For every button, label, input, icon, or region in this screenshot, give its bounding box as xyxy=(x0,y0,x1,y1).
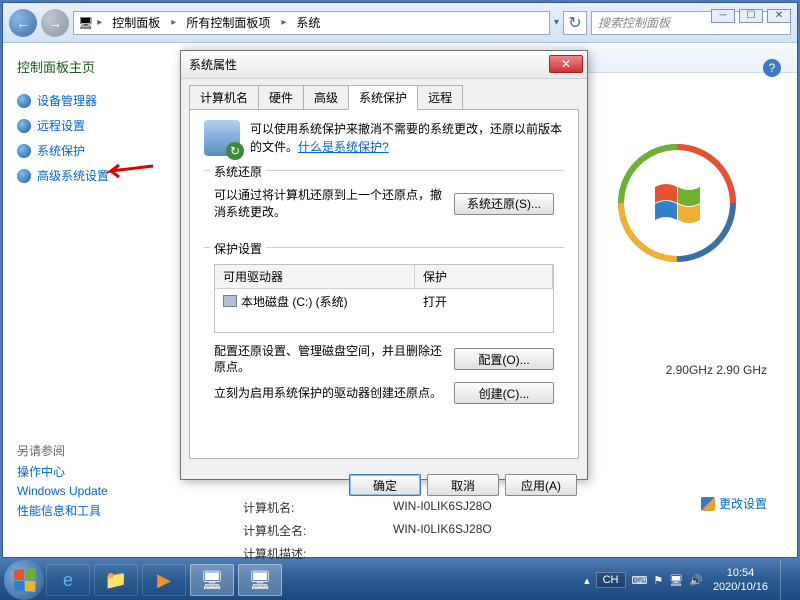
taskbar-explorer[interactable]: 📁 xyxy=(94,564,138,596)
dialog-tabs: 计算机名 硬件 高级 系统保护 远程 xyxy=(189,85,579,110)
col-protection[interactable]: 保护 xyxy=(415,265,553,288)
full-name-label: 计算机全名: xyxy=(243,522,393,539)
disk-icon xyxy=(223,295,237,307)
help-icon[interactable]: ? xyxy=(763,59,781,77)
system-restore-button[interactable]: 系统还原(S)... xyxy=(454,193,554,215)
shield-icon xyxy=(701,497,715,511)
what-is-link[interactable]: 什么是系统保护? xyxy=(298,140,389,154)
sidebar-performance[interactable]: 性能信息和工具 xyxy=(17,502,169,519)
see-also-header: 另请参阅 xyxy=(17,442,169,459)
show-desktop-button[interactable] xyxy=(780,560,792,600)
sidebar-remote-settings[interactable]: 远程设置 xyxy=(11,113,175,138)
dialog-title: 系统属性 xyxy=(189,56,237,73)
restore-desc: 可以通过将计算机还原到上一个还原点，撤消系统更改。 xyxy=(214,187,444,221)
tab-hardware[interactable]: 硬件 xyxy=(258,85,304,110)
back-button[interactable]: ← xyxy=(9,9,37,37)
taskbar-app2[interactable]: 🖥 xyxy=(238,564,282,596)
tray-volume-icon[interactable]: 🔊 xyxy=(689,574,703,587)
taskbar-clock[interactable]: 10:54 2020/10/16 xyxy=(713,566,768,595)
sidebar-action-center[interactable]: 操作中心 xyxy=(17,463,169,480)
forward-button[interactable]: → xyxy=(41,9,69,37)
shield-icon xyxy=(17,169,31,183)
windows-logo-icon xyxy=(617,143,737,263)
ok-button[interactable]: 确定 xyxy=(349,474,421,496)
computer-icon: 🖥 xyxy=(78,16,93,30)
dialog-close-button[interactable]: ✕ xyxy=(549,55,583,73)
tab-panel: 可以使用系统保护来撤消不需要的系统更改，还原以前版本的文件。什么是系统保护? 系… xyxy=(189,109,579,459)
system-properties-dialog: 系统属性 ✕ 计算机名 硬件 高级 系统保护 远程 可以使用系统保护来撤消不需要… xyxy=(180,50,588,480)
group-system-restore: 系统还原 xyxy=(210,163,266,180)
breadcrumb-seg[interactable]: 控制面板 xyxy=(106,14,167,31)
tray-flag-icon[interactable]: ⚑ xyxy=(653,574,663,587)
system-tray: ▴ CH ⌨ ⚑ 🖥 🔊 10:54 2020/10/16 xyxy=(584,560,796,600)
configure-desc: 配置还原设置、管理磁盘空间，并且删除还原点。 xyxy=(214,343,444,377)
table-row[interactable]: 本地磁盘 (C:) (系统) 打开 xyxy=(215,289,553,314)
group-protection-settings: 保护设置 xyxy=(210,240,266,257)
intro-text: 可以使用系统保护来撤消不需要的系统更改，还原以前版本的文件。什么是系统保护? xyxy=(250,120,564,156)
cpu-info: 2.90GHz 2.90 GHz xyxy=(666,363,767,377)
ime-keyboard-icon[interactable]: ⌨ xyxy=(632,574,648,587)
sidebar-device-manager[interactable]: 设备管理器 xyxy=(11,88,175,113)
windows-flag-icon xyxy=(14,568,35,592)
taskbar-ie[interactable]: e xyxy=(46,564,90,596)
apply-button[interactable]: 应用(A) xyxy=(505,474,577,496)
start-button[interactable] xyxy=(4,560,44,600)
tab-system-protection[interactable]: 系统保护 xyxy=(348,85,418,110)
create-desc: 立刻为启用系统保护的驱动器创建还原点。 xyxy=(214,385,444,402)
minimize-button[interactable]: ─ xyxy=(711,9,735,23)
tray-chevron-icon[interactable]: ▴ xyxy=(584,574,590,587)
maximize-button[interactable]: ☐ xyxy=(739,9,763,23)
sidebar-header: 控制面板主页 xyxy=(17,57,175,76)
shield-icon xyxy=(17,119,31,133)
cancel-button[interactable]: 取消 xyxy=(427,474,499,496)
breadcrumb-seg[interactable]: 系统 xyxy=(290,14,327,31)
configure-button[interactable]: 配置(O)... xyxy=(454,348,554,370)
navbar: ← → 🖥 ▸ 控制面板 ▸ 所有控制面板项 ▸ 系统 ▾ ↻ 搜索控制面板 xyxy=(3,3,797,43)
annotation-arrow-icon xyxy=(105,162,155,180)
col-drive[interactable]: 可用驱动器 xyxy=(215,265,415,288)
breadcrumb-seg[interactable]: 所有控制面板项 xyxy=(180,14,277,31)
shield-icon xyxy=(17,94,31,108)
refresh-button[interactable]: ↻ xyxy=(563,11,587,35)
tab-advanced[interactable]: 高级 xyxy=(303,85,349,110)
full-name-value: WIN-I0LIK6SJ28O xyxy=(393,522,492,539)
address-bar[interactable]: 🖥 ▸ 控制面板 ▸ 所有控制面板项 ▸ 系统 xyxy=(73,11,550,35)
tray-network-icon[interactable]: 🖥 xyxy=(669,574,683,587)
close-button[interactable]: ✕ xyxy=(767,9,791,23)
drives-table: 可用驱动器 保护 本地磁盘 (C:) (系统) 打开 xyxy=(214,264,554,333)
taskbar-media[interactable]: ▶ xyxy=(142,564,186,596)
change-settings-link[interactable]: 更改设置 xyxy=(701,495,767,512)
window-controls: ─ ☐ ✕ xyxy=(711,9,791,23)
create-button[interactable]: 创建(C)... xyxy=(454,382,554,404)
ime-indicator[interactable]: CH xyxy=(596,572,626,588)
tab-computer-name[interactable]: 计算机名 xyxy=(189,85,259,110)
sidebar-windows-update[interactable]: Windows Update xyxy=(17,484,169,498)
taskbar-app1[interactable]: 🖥 xyxy=(190,564,234,596)
shield-icon xyxy=(17,144,31,158)
sidebar-system-protection[interactable]: 系统保护 xyxy=(11,138,175,163)
taskbar: e 📁 ▶ 🖥 🖥 ▴ CH ⌨ ⚑ 🖥 🔊 10:54 2020/10/16 xyxy=(0,560,800,600)
restore-icon xyxy=(204,120,240,156)
dialog-titlebar[interactable]: 系统属性 ✕ xyxy=(181,51,587,79)
dialog-buttons: 确定 取消 应用(A) xyxy=(181,468,587,502)
tab-remote[interactable]: 远程 xyxy=(417,85,463,110)
sidebar: 控制面板主页 设备管理器 远程设置 系统保护 高级系统设置 另请参阅 操作中心 … xyxy=(3,43,183,557)
